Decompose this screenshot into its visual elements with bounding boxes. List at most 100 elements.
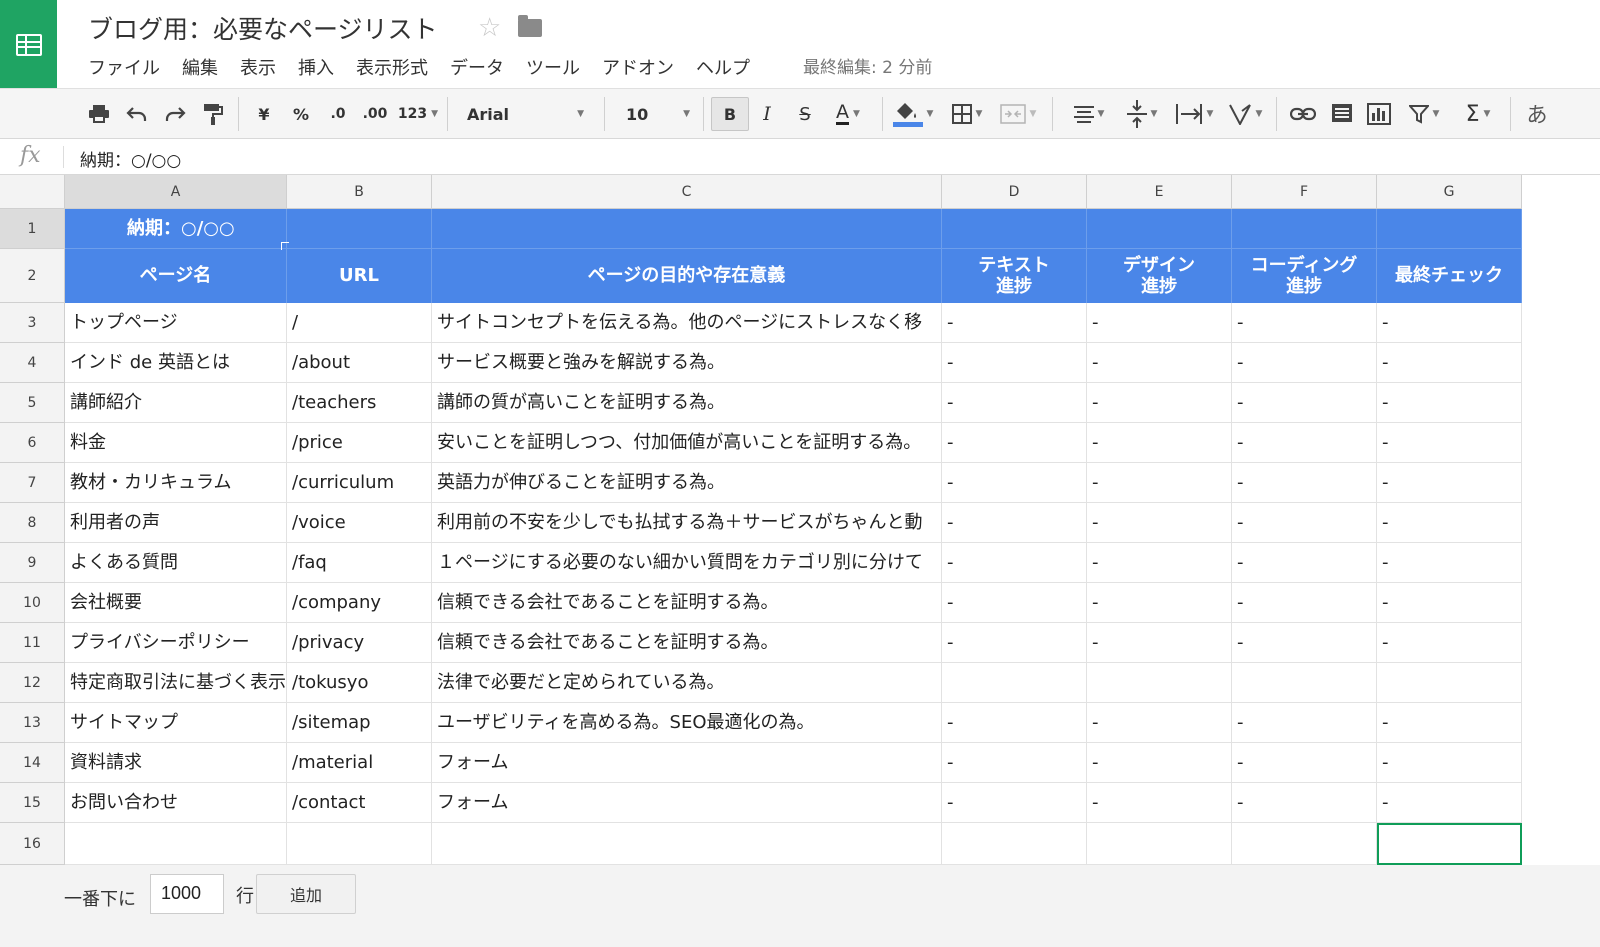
table-cell[interactable]: -: [1087, 303, 1232, 343]
more-formats-button[interactable]: 123 ▼: [395, 89, 441, 139]
table-cell[interactable]: /curriculum: [287, 463, 432, 503]
header-cell-col-f[interactable]: コーディング 進捗: [1232, 249, 1377, 303]
rows-count-input[interactable]: 1000: [150, 874, 224, 914]
table-cell[interactable]: -: [1087, 703, 1232, 743]
percent-button[interactable]: %: [289, 89, 313, 139]
table-cell[interactable]: 利用者の声: [65, 503, 287, 543]
decrease-decimal-button[interactable]: .0: [324, 89, 352, 139]
header-cell-col-e[interactable]: デザイン 進捗: [1087, 249, 1232, 303]
table-cell[interactable]: -: [1087, 503, 1232, 543]
row-header[interactable]: 15: [0, 783, 65, 823]
menu-edit[interactable]: 編集: [174, 54, 226, 80]
table-cell[interactable]: -: [1377, 703, 1522, 743]
column-header-g[interactable]: G: [1377, 175, 1522, 209]
input-tools-button[interactable]: あ: [1522, 89, 1552, 139]
table-cell[interactable]: 利用前の不安を少しでも払拭する為＋サービスがちゃんと動: [432, 503, 942, 543]
table-cell[interactable]: [1377, 663, 1522, 703]
header-cell-col-a[interactable]: ページ名: [65, 249, 287, 303]
add-rows-button[interactable]: 追加: [256, 874, 356, 914]
table-cell[interactable]: 信頼できる会社であることを証明する為。: [432, 623, 942, 663]
header-cell[interactable]: [942, 209, 1087, 249]
table-cell[interactable]: -: [1087, 623, 1232, 663]
table-cell[interactable]: 講師の質が高いことを証明する為。: [432, 383, 942, 423]
table-cell[interactable]: -: [942, 463, 1087, 503]
insert-link-icon[interactable]: [1288, 89, 1318, 139]
header-cell-col-d[interactable]: テキスト 進捗: [942, 249, 1087, 303]
row-header[interactable]: 16: [0, 823, 65, 865]
table-cell[interactable]: /sitemap: [287, 703, 432, 743]
table-cell[interactable]: -: [1087, 463, 1232, 503]
document-title[interactable]: ブログ用：必要なページリスト: [88, 10, 438, 46]
header-cell[interactable]: [1232, 209, 1377, 249]
table-cell[interactable]: /faq: [287, 543, 432, 583]
row-header[interactable]: 12: [0, 663, 65, 703]
table-cell[interactable]: 法律で必要だと定められている為。: [432, 663, 942, 703]
table-cell[interactable]: １ページにする必要のない細かい質問をカテゴリ別に分けて: [432, 543, 942, 583]
table-cell[interactable]: -: [1377, 303, 1522, 343]
table-cell[interactable]: -: [1377, 503, 1522, 543]
row-header[interactable]: 1: [0, 209, 65, 249]
table-cell[interactable]: サイトマップ: [65, 703, 287, 743]
table-cell[interactable]: お問い合わせ: [65, 783, 287, 823]
selection-handle[interactable]: [281, 242, 289, 250]
print-icon[interactable]: [86, 89, 112, 139]
table-cell[interactable]: -: [1232, 623, 1377, 663]
table-cell[interactable]: [1232, 823, 1377, 865]
currency-button[interactable]: ¥: [252, 89, 276, 139]
table-cell[interactable]: 安いことを証明しつつ、付加価値が高いことを証明する為。: [432, 423, 942, 463]
row-header[interactable]: 11: [0, 623, 65, 663]
table-cell[interactable]: -: [942, 783, 1087, 823]
italic-button[interactable]: I: [754, 89, 780, 139]
table-cell[interactable]: /material: [287, 743, 432, 783]
table-cell[interactable]: 特定商取引法に基づく表示: [65, 663, 287, 703]
table-cell[interactable]: 教材・カリキュラム: [65, 463, 287, 503]
table-cell[interactable]: 信頼できる会社であることを証明する為。: [432, 583, 942, 623]
row-header[interactable]: 10: [0, 583, 65, 623]
paint-format-icon[interactable]: [200, 89, 226, 139]
table-cell[interactable]: -: [1377, 543, 1522, 583]
menu-help[interactable]: ヘルプ: [688, 54, 758, 80]
header-cell[interactable]: [1087, 209, 1232, 249]
active-cell[interactable]: [1377, 823, 1522, 865]
header-cell-col-b[interactable]: URL: [287, 249, 432, 303]
table-cell[interactable]: -: [1232, 463, 1377, 503]
table-cell[interactable]: [287, 823, 432, 865]
table-cell[interactable]: -: [1377, 623, 1522, 663]
column-header-b[interactable]: B: [287, 175, 432, 209]
table-cell[interactable]: -: [942, 623, 1087, 663]
table-cell[interactable]: -: [942, 743, 1087, 783]
table-cell[interactable]: -: [1087, 423, 1232, 463]
table-cell[interactable]: /teachers: [287, 383, 432, 423]
sheets-logo-icon[interactable]: [0, 0, 57, 90]
table-cell[interactable]: -: [1377, 783, 1522, 823]
menu-view[interactable]: 表示: [232, 54, 284, 80]
table-cell[interactable]: [942, 663, 1087, 703]
table-cell[interactable]: -: [1377, 383, 1522, 423]
column-header-c[interactable]: C: [432, 175, 942, 209]
table-cell[interactable]: -: [1087, 543, 1232, 583]
header-cell[interactable]: [287, 209, 432, 249]
table-cell[interactable]: -: [1232, 583, 1377, 623]
merge-cells-button[interactable]: ▼: [994, 89, 1042, 139]
row-header[interactable]: 14: [0, 743, 65, 783]
table-cell[interactable]: /: [287, 303, 432, 343]
row-header[interactable]: 13: [0, 703, 65, 743]
row-header[interactable]: 9: [0, 543, 65, 583]
table-cell[interactable]: -: [942, 543, 1087, 583]
table-cell[interactable]: -: [1232, 383, 1377, 423]
row-header[interactable]: 6: [0, 423, 65, 463]
table-cell[interactable]: /voice: [287, 503, 432, 543]
table-cell[interactable]: -: [1377, 423, 1522, 463]
insert-chart-icon[interactable]: [1364, 89, 1394, 139]
table-cell[interactable]: [942, 823, 1087, 865]
header-cell-col-c[interactable]: ページの目的や存在意義: [432, 249, 942, 303]
table-cell[interactable]: 英語力が伸びることを証明する為。: [432, 463, 942, 503]
font-size-select[interactable]: 10 ▼: [612, 89, 700, 139]
table-cell[interactable]: [1087, 823, 1232, 865]
table-cell[interactable]: /tokusyo: [287, 663, 432, 703]
table-cell[interactable]: /privacy: [287, 623, 432, 663]
vertical-align-button[interactable]: ▼: [1120, 89, 1164, 139]
table-cell[interactable]: -: [942, 383, 1087, 423]
formula-input[interactable]: 納期：○/○○: [80, 146, 181, 171]
menu-tools[interactable]: ツール: [518, 54, 588, 80]
